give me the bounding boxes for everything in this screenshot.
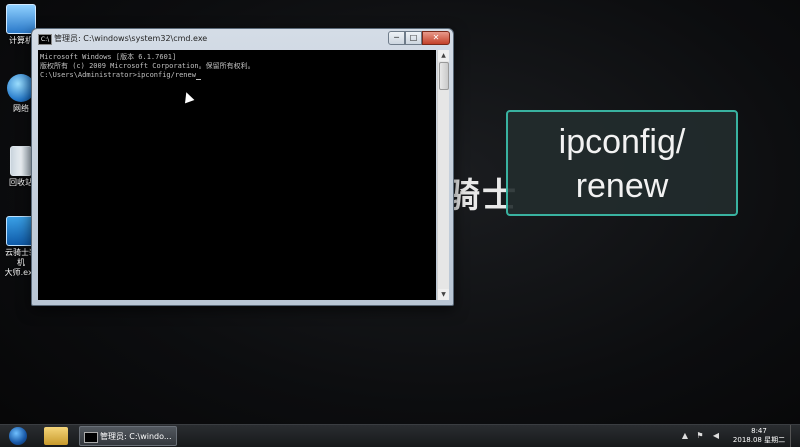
scroll-down-arrow-icon[interactable]: ▼ <box>438 289 449 300</box>
show-desktop-button[interactable] <box>790 425 800 447</box>
tray-expand-icon[interactable]: ▲ <box>680 431 690 441</box>
taskbar: 管理员: C:\windo... ▲ ⚑ ◀ 8:47 2018.08 星期二 <box>0 424 800 447</box>
recycle-bin-icon <box>10 146 32 176</box>
clock-time: 8:47 <box>751 427 767 435</box>
taskbar-cmd-button[interactable]: 管理员: C:\windo... <box>79 426 177 446</box>
console-line: 版权所有 (c) 2009 Microsoft Corporation。保留所有… <box>40 62 255 70</box>
window-titlebar[interactable]: C:\ 管理员: C:\windows\system32\cmd.exe ─ □… <box>32 29 453 49</box>
vertical-scrollbar[interactable]: ▲ ▼ <box>437 50 449 300</box>
window-title: 管理员: C:\windows\system32\cmd.exe <box>54 34 208 43</box>
console-line: Microsoft Windows [版本 6.1.7601] <box>40 53 177 61</box>
minimize-button[interactable]: ─ <box>388 31 405 45</box>
console-prompt-line: C:\Users\Administrator>ipconfig/renew <box>40 71 434 80</box>
volume-icon[interactable]: ◀ <box>711 431 721 441</box>
network-status-icon[interactable]: ⚑ <box>695 431 705 441</box>
scrollbar-thumb[interactable] <box>439 62 449 90</box>
command-caption: ipconfig/ renew <box>506 110 738 216</box>
scroll-up-arrow-icon[interactable]: ▲ <box>438 50 449 61</box>
cmd-icon: C:\ <box>38 34 52 45</box>
system-clock[interactable]: 8:47 2018.08 星期二 <box>732 427 786 445</box>
windows-orb-icon <box>9 427 27 445</box>
taskbar-cmd-label: 管理员: C:\windo... <box>100 432 172 441</box>
cmd-window[interactable]: C:\ 管理员: C:\windows\system32\cmd.exe ─ □… <box>31 28 454 306</box>
file-explorer-icon[interactable] <box>44 427 68 445</box>
caption-line: ipconfig/ <box>558 123 686 161</box>
caption-line: renew <box>575 167 669 205</box>
console-command: C:\Users\Administrator>ipconfig/renew <box>40 71 196 79</box>
clock-date: 2018.08 星期二 <box>732 436 786 444</box>
close-button[interactable]: ✕ <box>422 31 450 45</box>
start-button[interactable] <box>3 425 33 447</box>
console-output[interactable]: Microsoft Windows [版本 6.1.7601] 版权所有 (c)… <box>38 50 436 300</box>
maximize-button[interactable]: □ <box>405 31 422 45</box>
text-cursor <box>195 73 201 80</box>
cmd-icon <box>84 432 98 443</box>
